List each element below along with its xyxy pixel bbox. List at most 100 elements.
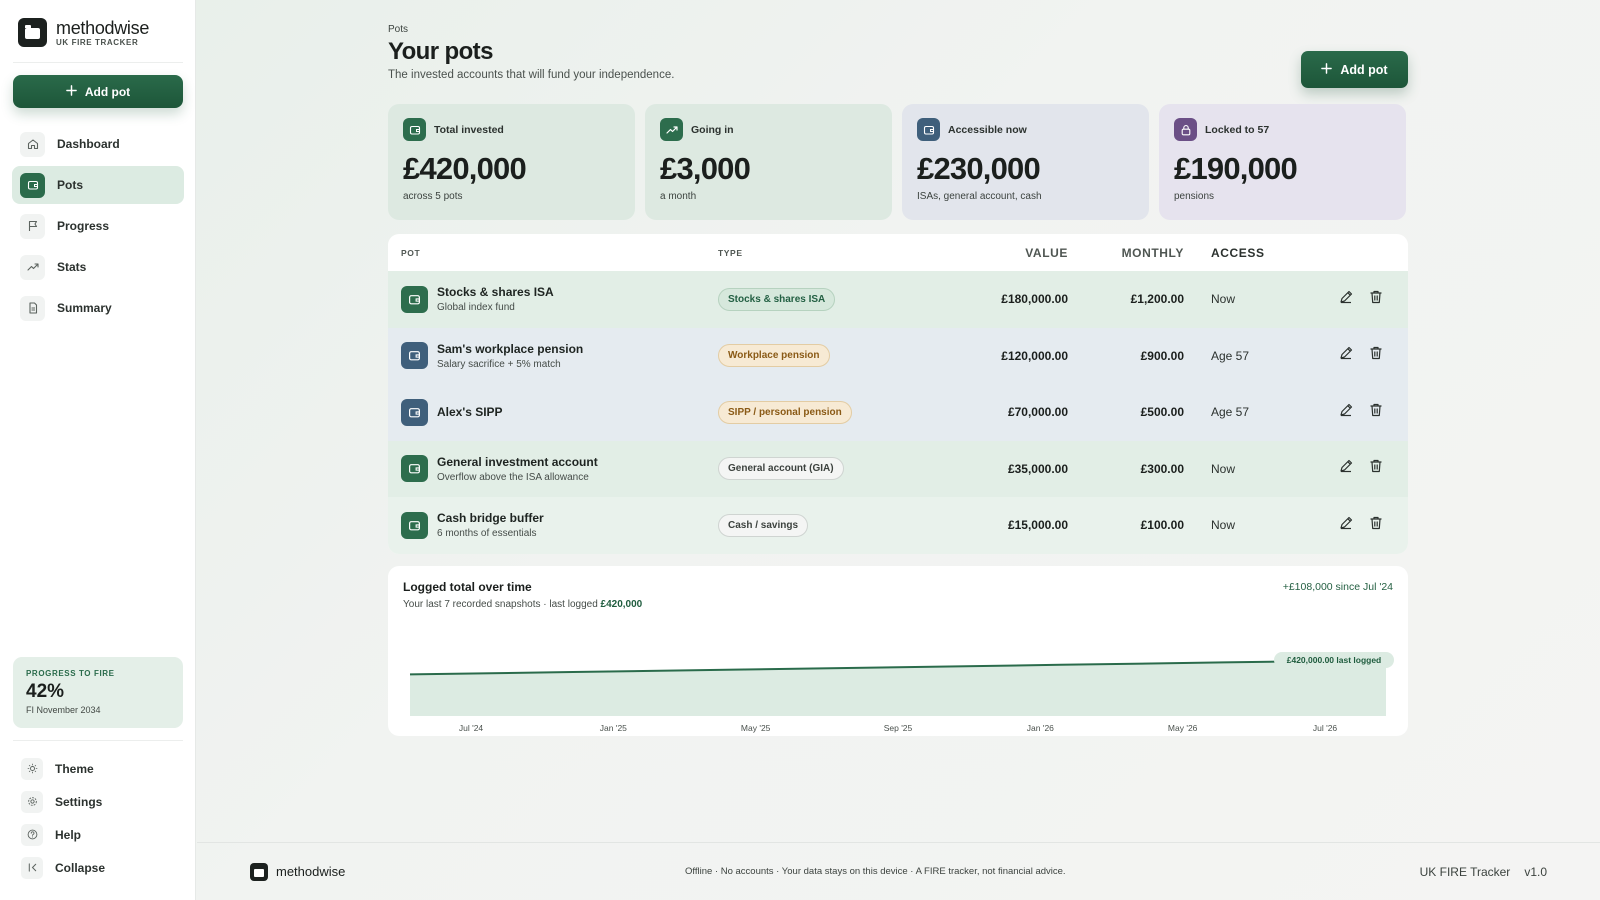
footer-note: Offline · No accounts · Your data stays … bbox=[685, 866, 1066, 877]
table-row[interactable]: Alex's SIPP SIPP / personal pension £70,00… bbox=[388, 384, 1408, 441]
wallet-icon bbox=[401, 511, 428, 539]
brand-name: methodwise bbox=[56, 17, 150, 38]
footer-version: v1.0 bbox=[1524, 864, 1547, 879]
header-pot[interactable]: POT bbox=[388, 248, 718, 258]
breadcrumb[interactable]: Pots bbox=[388, 24, 1408, 35]
footer-meta: UK FIRE Tracker v1.0 bbox=[1420, 865, 1547, 879]
trash-icon[interactable] bbox=[1368, 515, 1384, 536]
card-subtitle: a month bbox=[660, 191, 697, 202]
type-badge: Workplace pension bbox=[718, 344, 830, 368]
trend-icon bbox=[660, 118, 683, 141]
summary-card[interactable]: Locked to 57 £190,000 pensions bbox=[1159, 104, 1406, 220]
lock-icon bbox=[1174, 118, 1197, 141]
pot-cell: Cash bridge buffer 6 months of essentials bbox=[388, 511, 718, 539]
monthly-cell: £500.00 bbox=[1140, 405, 1184, 420]
trash-icon[interactable] bbox=[1368, 458, 1384, 479]
chart-subtitle-text: Your last 7 recorded snapshots · last lo… bbox=[403, 599, 601, 610]
table-row[interactable]: Sam's workplace pension Salary sacrifice … bbox=[388, 327, 1408, 384]
edit-icon[interactable] bbox=[1338, 458, 1354, 479]
summary-card[interactable]: Accessible now £230,000 ISAs, general acco… bbox=[902, 104, 1149, 220]
actions-cell bbox=[1314, 515, 1408, 536]
nav-item-dashboard[interactable]: Dashboard bbox=[12, 125, 184, 163]
trash-icon[interactable] bbox=[1368, 289, 1384, 310]
pot-name: Alex's SIPP bbox=[437, 405, 503, 420]
nav-label: Summary bbox=[57, 301, 112, 315]
header-monthly[interactable]: MONTHLY bbox=[1068, 246, 1184, 260]
logged-total-chart-card: Jul '24 Jan '25 May '25 Sep '25 Jan '26 May '… bbox=[388, 566, 1408, 736]
last-logged-label: £420,000.00 last logged bbox=[1274, 652, 1394, 668]
nav-label: Stats bbox=[57, 260, 87, 274]
help-icon bbox=[21, 823, 43, 846]
nav-item-progress[interactable]: Progress bbox=[12, 207, 184, 245]
card-value: £420,000 bbox=[403, 151, 527, 186]
wallet-icon bbox=[401, 285, 428, 313]
add-pot-button[interactable]: Add pot bbox=[1301, 51, 1408, 88]
brand-subtitle: UK FIRE TRACKER bbox=[56, 37, 139, 47]
card-value: £190,000 bbox=[1174, 151, 1298, 186]
page-subtitle: The invested accounts that will fund you… bbox=[388, 69, 675, 81]
theme-button[interactable]: Theme bbox=[13, 752, 183, 785]
header-access[interactable]: ACCESS bbox=[1184, 246, 1314, 260]
trash-icon[interactable] bbox=[1368, 345, 1384, 366]
summary-card[interactable]: Going in £3,000 a month bbox=[645, 104, 892, 220]
pot-name: Sam's workplace pension bbox=[437, 341, 584, 356]
footer-app-name: UK FIRE Tracker bbox=[1419, 864, 1511, 879]
pot-name: Stocks & shares ISA bbox=[437, 285, 554, 300]
footer-brand[interactable]: methodwise bbox=[250, 862, 346, 881]
nav-item-pots[interactable]: Pots bbox=[12, 166, 184, 204]
x-tick-label: Jul '26 bbox=[1313, 723, 1338, 733]
edit-icon[interactable] bbox=[1338, 289, 1354, 310]
plus-icon bbox=[66, 84, 77, 99]
value-cell: £70,000.00 bbox=[1007, 405, 1068, 420]
progress-to-fire-card[interactable]: PROGRESS TO FIRE 42% FI November 2034 bbox=[13, 657, 183, 728]
type-badge: Stocks & shares ISA bbox=[718, 287, 836, 311]
progress-value: 42% bbox=[26, 681, 65, 702]
chart-delta: +£108,000 since Jul '24 bbox=[1282, 581, 1393, 593]
edit-icon[interactable] bbox=[1338, 345, 1354, 366]
header-type[interactable]: TYPE bbox=[718, 248, 934, 258]
actions-cell bbox=[1314, 402, 1408, 423]
divider bbox=[13, 740, 183, 741]
type-badge: Cash / savings bbox=[718, 513, 809, 537]
header-value[interactable]: VALUE bbox=[934, 246, 1068, 260]
settings-button[interactable]: Settings bbox=[13, 785, 183, 818]
add-pot-label: Add pot bbox=[84, 84, 131, 99]
nav-item-summary[interactable]: Summary bbox=[12, 289, 184, 327]
actions-cell bbox=[1314, 458, 1408, 479]
summary-card[interactable]: Total invested £420,000 across 5 pots bbox=[388, 104, 635, 220]
theme-label: Theme bbox=[55, 761, 94, 776]
table-row[interactable]: Cash bridge buffer 6 months of essentials… bbox=[388, 497, 1408, 554]
progress-date: FI November 2034 bbox=[26, 705, 101, 715]
wallet-icon bbox=[401, 455, 428, 483]
value-cell: £35,000.00 bbox=[1007, 461, 1068, 476]
edit-icon[interactable] bbox=[1338, 402, 1354, 423]
trash-icon[interactable] bbox=[1368, 402, 1384, 423]
monthly-cell: £900.00 bbox=[1140, 348, 1184, 363]
document-icon bbox=[20, 295, 45, 321]
edit-icon[interactable] bbox=[1338, 515, 1354, 536]
wallet-icon bbox=[20, 172, 45, 198]
card-header: Total invested bbox=[403, 118, 620, 141]
x-tick-label: Jul '24 bbox=[459, 723, 484, 733]
type-badge: General account (GIA) bbox=[718, 457, 844, 481]
add-pot-button-sidebar[interactable]: Add pot bbox=[13, 75, 183, 108]
table-row[interactable]: General investment account Overflow above… bbox=[388, 440, 1408, 497]
summary-cards: Total invested £420,000 across 5 pots Going… bbox=[388, 104, 1406, 220]
x-tick-label: Sep '25 bbox=[884, 723, 913, 733]
table-row[interactable]: Stocks & shares ISA Global index fund Stoc… bbox=[388, 271, 1408, 328]
footer-brand-name: methodwise bbox=[276, 864, 346, 879]
brand[interactable]: methodwise UK FIRE TRACKER bbox=[18, 18, 149, 47]
progress-label: PROGRESS TO FIRE bbox=[26, 669, 115, 678]
pot-description: 6 months of essentials bbox=[437, 528, 537, 540]
collapse-icon bbox=[21, 856, 43, 879]
collapse-button[interactable]: Collapse bbox=[13, 851, 183, 884]
pot-description: Salary sacrifice + 5% match bbox=[437, 358, 561, 370]
help-button[interactable]: Help bbox=[13, 818, 183, 851]
x-tick-label: Jan '26 bbox=[1027, 723, 1054, 733]
monthly-cell: £1,200.00 bbox=[1130, 292, 1184, 307]
nav-label: Pots bbox=[57, 178, 84, 192]
pot-name: Cash bridge buffer bbox=[437, 511, 544, 526]
nav-item-stats[interactable]: Stats bbox=[12, 248, 184, 286]
brand-logo-icon bbox=[250, 862, 268, 881]
chart-area bbox=[410, 660, 1386, 716]
